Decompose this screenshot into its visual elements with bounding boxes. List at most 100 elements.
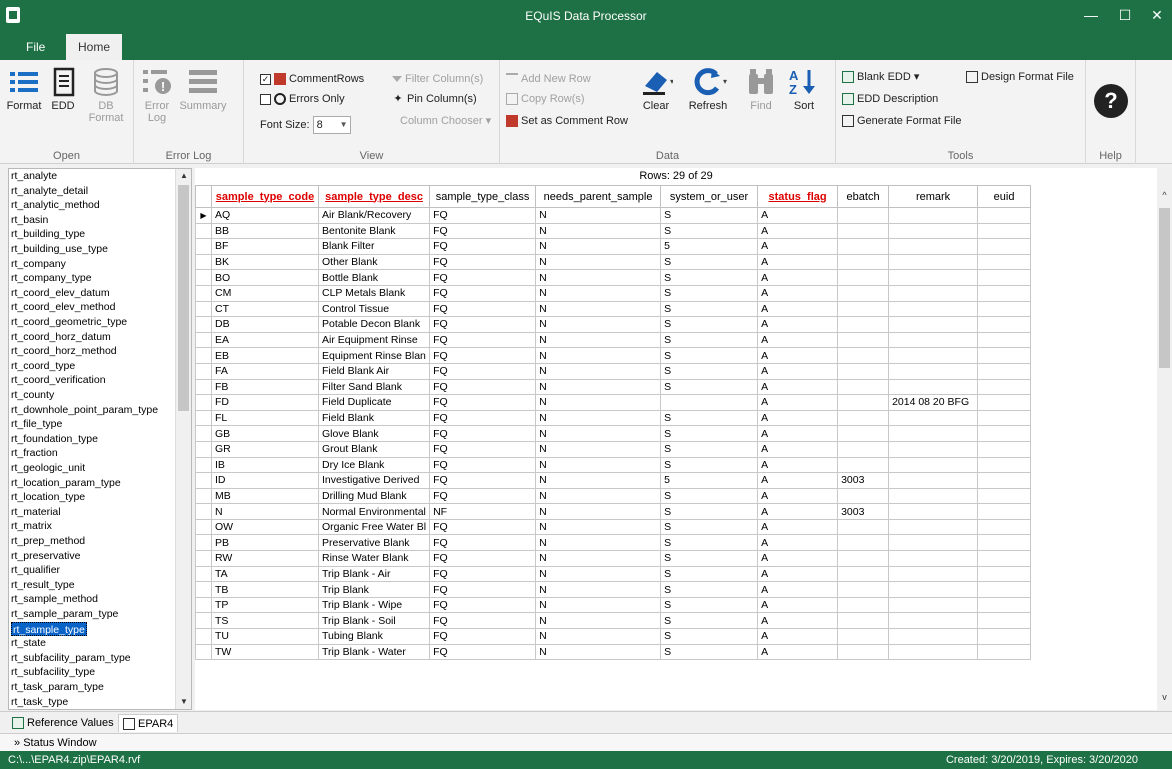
grid-cell[interactable]	[837, 581, 890, 598]
column-header[interactable]: remark	[888, 185, 979, 208]
table-row[interactable]: BF Blank Filter FQ N 5 A	[195, 238, 1032, 255]
table-row[interactable]: ▶ AQ Air Blank/Recovery FQ N S A	[195, 207, 1032, 224]
grid-cell[interactable]: Blank Filter	[317, 238, 431, 255]
grid-cell[interactable]: N	[535, 550, 662, 567]
row-selector[interactable]	[195, 612, 212, 630]
grid-cell[interactable]: A	[757, 409, 839, 427]
grid-cell[interactable]: BK	[211, 253, 319, 271]
add-new-row-button[interactable]: Add New Row	[506, 70, 591, 88]
row-selector[interactable]	[195, 300, 212, 318]
grid-cell[interactable]: N	[535, 487, 662, 505]
table-row[interactable]: BK Other Blank FQ N S A	[195, 253, 1032, 271]
list-item[interactable]: rt_sample_type	[11, 621, 87, 636]
grid-cell[interactable]	[888, 378, 979, 396]
list-item[interactable]: rt_prep_method	[11, 534, 85, 548]
grid-cell[interactable]: FQ	[429, 347, 537, 364]
grid-cell[interactable]: Field Blank	[317, 409, 431, 427]
list-item[interactable]: rt_coord_verification	[11, 373, 106, 387]
grid-cell[interactable]: A	[757, 643, 839, 661]
grid-cell[interactable]	[837, 612, 890, 630]
grid-cell[interactable]	[837, 518, 890, 536]
grid-cell[interactable]	[977, 565, 1032, 583]
grid-cell[interactable]	[837, 269, 890, 286]
row-selector[interactable]	[195, 581, 212, 598]
row-selector[interactable]	[195, 409, 212, 427]
grid-cell[interactable]	[888, 409, 979, 427]
list-item[interactable]: rt_analyte_detail	[11, 184, 88, 198]
grid-cell[interactable]: N	[535, 628, 662, 645]
grid-cell[interactable]: A	[757, 284, 839, 302]
filter-columns-button[interactable]: Filter Column(s)	[392, 70, 483, 88]
grid-cell[interactable]: Trip Blank - Wipe	[317, 596, 431, 614]
grid-cell[interactable]: AQ	[211, 207, 319, 224]
grid-cell[interactable]: FQ	[429, 628, 537, 645]
grid-cell[interactable]: N	[535, 440, 662, 458]
grid-cell[interactable]: 3003	[837, 472, 890, 489]
list-item[interactable]: rt_geologic_unit	[11, 461, 85, 475]
grid-cell[interactable]: N	[535, 643, 662, 661]
row-selector[interactable]	[195, 596, 212, 614]
grid-cell[interactable]: TW	[211, 643, 319, 661]
grid-cell[interactable]: S	[660, 253, 759, 271]
table-row[interactable]: FD Field Duplicate FQ N A 2014 08 20 BFG	[195, 394, 1032, 411]
grid-cell[interactable]: FQ	[429, 612, 537, 630]
list-item[interactable]: rt_state	[11, 636, 46, 650]
grid-cell[interactable]	[888, 253, 979, 271]
list-item[interactable]: rt_sample_param_type	[11, 607, 118, 621]
find-button[interactable]: Find	[744, 66, 778, 112]
grid-cell[interactable]: FQ	[429, 253, 537, 271]
row-selector[interactable]	[195, 503, 212, 520]
list-item[interactable]: rt_coord_type	[11, 359, 75, 373]
grid-cell[interactable]: S	[660, 269, 759, 286]
column-header[interactable]: sample_type_code	[211, 185, 319, 208]
grid-cell[interactable]	[977, 518, 1032, 536]
grid-cell[interactable]	[888, 300, 979, 318]
grid-cell[interactable]	[837, 362, 890, 380]
grid-cell[interactable]	[977, 440, 1032, 458]
grid-cell[interactable]: A	[757, 518, 839, 536]
grid-cell[interactable]: N	[535, 222, 662, 240]
list-item[interactable]: rt_task_type	[11, 695, 68, 709]
grid-cell[interactable]: TB	[211, 581, 319, 598]
grid-cell[interactable]: Bentonite Blank	[317, 222, 431, 240]
grid-cell[interactable]: A	[757, 425, 839, 442]
grid-cell[interactable]	[977, 596, 1032, 614]
grid-cell[interactable]: N	[535, 269, 662, 286]
column-chooser-button[interactable]: Column Chooser ▾	[400, 112, 491, 130]
grid-cell[interactable]: S	[660, 518, 759, 536]
grid-cell[interactable]: N	[211, 503, 319, 520]
grid-cell[interactable]: BB	[211, 222, 319, 240]
scroll-thumb[interactable]	[178, 185, 189, 411]
edd-description-button[interactable]: EDD Description	[842, 90, 938, 108]
grid-cell[interactable]: FQ	[429, 472, 537, 489]
grid-cell[interactable]	[977, 409, 1032, 427]
error-log-button[interactable]: ! Error Log	[140, 66, 174, 124]
list-item[interactable]: rt_location_type	[11, 490, 85, 504]
list-item[interactable]: rt_company_type	[11, 271, 92, 285]
grid-cell[interactable]	[977, 394, 1032, 411]
grid-cell[interactable]	[837, 300, 890, 318]
grid-cell[interactable]: A	[757, 487, 839, 505]
grid-cell[interactable]: N	[535, 378, 662, 396]
grid-cell[interactable]: FQ	[429, 596, 537, 614]
list-item[interactable]: rt_coord_horz_method	[11, 344, 117, 358]
grid-cell[interactable]: TU	[211, 628, 319, 645]
grid-cell[interactable]: FQ	[429, 378, 537, 396]
grid-cell[interactable]: EB	[211, 347, 319, 364]
grid-cell[interactable]: Potable Decon Blank	[317, 316, 431, 333]
close-button[interactable]: ✕	[1142, 4, 1172, 26]
grid-cell[interactable]: A	[757, 300, 839, 318]
grid-cell[interactable]: RW	[211, 550, 319, 567]
grid-cell[interactable]: FB	[211, 378, 319, 396]
grid-cell[interactable]	[977, 378, 1032, 396]
list-item[interactable]: rt_building_use_type	[11, 242, 108, 256]
list-item[interactable]: rt_file_type	[11, 417, 62, 431]
grid-cell[interactable]: A	[757, 222, 839, 240]
grid-cell[interactable]: A	[757, 378, 839, 396]
row-selector[interactable]	[195, 425, 212, 442]
grid-cell[interactable]: BO	[211, 269, 319, 286]
grid-cell[interactable]: A	[757, 238, 839, 255]
grid-cell[interactable]	[977, 362, 1032, 380]
row-selector[interactable]	[195, 456, 212, 474]
grid-cell[interactable]	[837, 238, 890, 255]
